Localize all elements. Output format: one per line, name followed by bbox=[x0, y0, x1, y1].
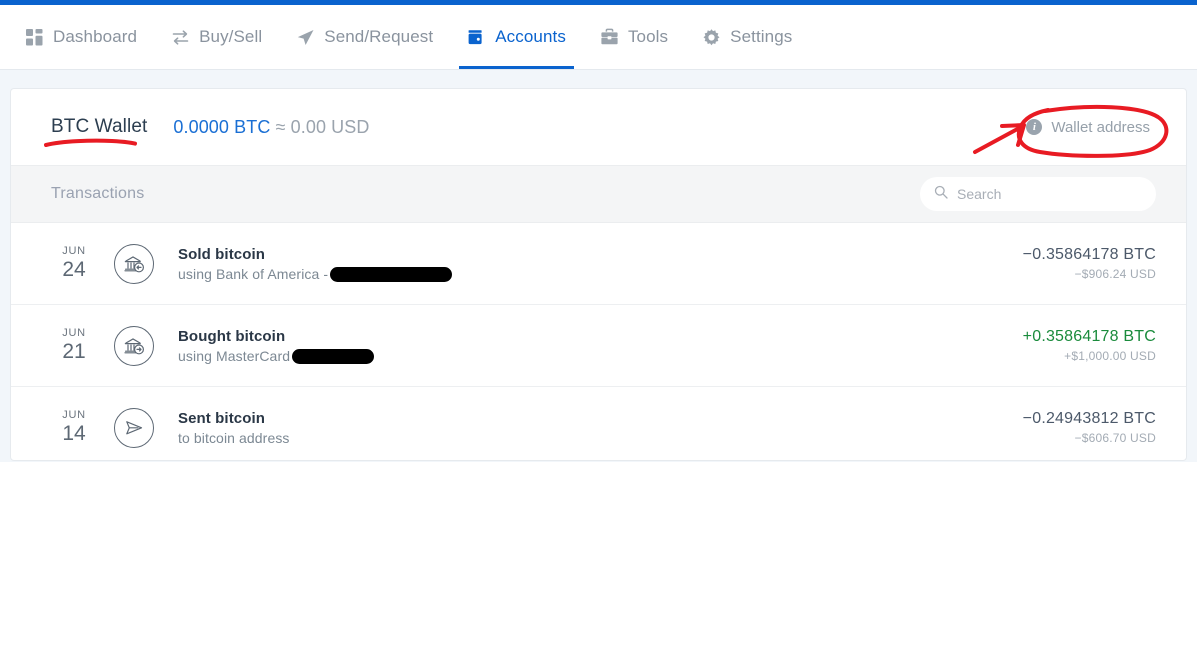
bank-incoming-icon bbox=[114, 325, 154, 366]
transaction-description: Sent bitcoin to bitcoin address bbox=[178, 410, 1023, 446]
active-tab-underline bbox=[459, 66, 574, 69]
transactions-toolbar: Transactions bbox=[11, 165, 1186, 223]
transaction-amount-usd: −$906.24 USD bbox=[1074, 267, 1156, 281]
nav-item-dashboard[interactable]: Dashboard bbox=[8, 5, 154, 69]
info-icon: i bbox=[1026, 119, 1043, 135]
transaction-subtitle: to bitcoin address bbox=[178, 430, 1023, 446]
transaction-subtitle: using Bank of America - bbox=[178, 266, 1023, 282]
wallet-address-label: Wallet address bbox=[1051, 118, 1150, 136]
transaction-subtitle-text: using Bank of America - bbox=[178, 265, 329, 282]
nav-label-settings: Settings bbox=[730, 27, 793, 46]
nav-label-buy-sell: Buy/Sell bbox=[199, 27, 263, 46]
transaction-amount-btc: −0.24943812 BTC bbox=[1022, 410, 1156, 427]
wallet-balance-usd: 0.00 USD bbox=[290, 116, 370, 137]
nav-label-accounts: Accounts bbox=[495, 27, 566, 46]
transaction-day: 14 bbox=[62, 421, 86, 445]
transaction-amount-btc: +0.35864178 BTC bbox=[1022, 328, 1156, 345]
transaction-date: JUN 21 bbox=[51, 328, 97, 363]
redaction-bar bbox=[292, 348, 375, 364]
paper-plane-icon bbox=[114, 407, 154, 448]
nav-item-accounts[interactable]: Accounts bbox=[450, 5, 583, 69]
transaction-month: JUN bbox=[62, 327, 86, 340]
nav-label-dashboard: Dashboard bbox=[53, 27, 138, 46]
nav-item-send-request[interactable]: Send/Request bbox=[279, 5, 450, 69]
bank-outgoing-icon bbox=[114, 243, 154, 284]
transaction-subtitle: using MasterCard bbox=[178, 348, 1023, 364]
search-box[interactable] bbox=[920, 177, 1156, 211]
page-title: BTC Wallet bbox=[51, 116, 148, 137]
transaction-day: 24 bbox=[62, 257, 86, 281]
transaction-description: Sold bitcoin using Bank of America - bbox=[178, 246, 1023, 282]
table-row[interactable]: JUN 24 Sold bitcoin using Bank of Americ… bbox=[11, 223, 1186, 305]
transaction-amounts: −0.35864178 BTC −$906.24 USD bbox=[1023, 246, 1156, 281]
gear-icon bbox=[702, 28, 721, 47]
table-row[interactable]: JUN 21 Bought bitcoin using MasterCard +… bbox=[11, 305, 1186, 387]
transaction-amounts: +0.35864178 BTC +$1,000.00 USD bbox=[1023, 328, 1156, 363]
dashboard-icon bbox=[25, 28, 44, 47]
transaction-amounts: −0.24943812 BTC −$606.70 USD bbox=[1023, 410, 1156, 445]
transaction-subtitle-text: to bitcoin address bbox=[178, 429, 290, 446]
nav-item-tools[interactable]: Tools bbox=[583, 5, 685, 69]
approx-separator: ≈ bbox=[275, 116, 286, 137]
toolbox-icon bbox=[600, 28, 619, 47]
transaction-amount-btc: −0.35864178 BTC bbox=[1022, 246, 1156, 263]
transaction-month: JUN bbox=[62, 245, 86, 258]
nav-label-tools: Tools bbox=[627, 27, 669, 46]
redaction-bar bbox=[330, 266, 453, 282]
search-input[interactable] bbox=[957, 186, 1142, 202]
transaction-title: Sent bitcoin bbox=[178, 409, 266, 427]
nav-item-buy-sell[interactable]: Buy/Sell bbox=[154, 5, 279, 69]
nav-label-send-request: Send/Request bbox=[324, 27, 434, 46]
send-icon bbox=[296, 28, 315, 47]
transaction-amount-usd: +$1,000.00 USD bbox=[1064, 349, 1156, 363]
wallet-balance-btc: 0.0000 BTC bbox=[173, 116, 271, 137]
transaction-month: JUN bbox=[62, 409, 86, 422]
main-navigation: Dashboard Buy/Sell Send/Request Accounts… bbox=[0, 5, 1197, 70]
transaction-date: JUN 24 bbox=[51, 246, 97, 281]
wallet-balance: 0.0000 BTC ≈ 0.00 USD bbox=[173, 117, 369, 138]
search-icon bbox=[934, 185, 948, 204]
wallet-address-button[interactable]: i Wallet address bbox=[1020, 115, 1156, 140]
transactions-title: Transactions bbox=[51, 185, 145, 202]
table-row[interactable]: JUN 14 Sent bitcoin to bitcoin address −… bbox=[11, 387, 1186, 460]
transaction-date: JUN 14 bbox=[51, 410, 97, 445]
transaction-description: Bought bitcoin using MasterCard bbox=[178, 328, 1023, 364]
transaction-title: Bought bitcoin bbox=[178, 327, 286, 345]
transaction-amount-usd: −$606.70 USD bbox=[1074, 431, 1156, 445]
nav-item-settings[interactable]: Settings bbox=[685, 5, 809, 69]
transaction-title: Sold bitcoin bbox=[178, 245, 266, 263]
transaction-day: 21 bbox=[62, 339, 86, 363]
exchange-icon bbox=[171, 28, 190, 47]
transaction-subtitle-text: using MasterCard bbox=[178, 347, 291, 364]
wallet-card: BTC Wallet 0.0000 BTC ≈ 0.00 USD i Walle… bbox=[10, 88, 1187, 461]
wallet-header: BTC Wallet 0.0000 BTC ≈ 0.00 USD i Walle… bbox=[11, 89, 1186, 165]
wallet-icon bbox=[467, 28, 486, 47]
